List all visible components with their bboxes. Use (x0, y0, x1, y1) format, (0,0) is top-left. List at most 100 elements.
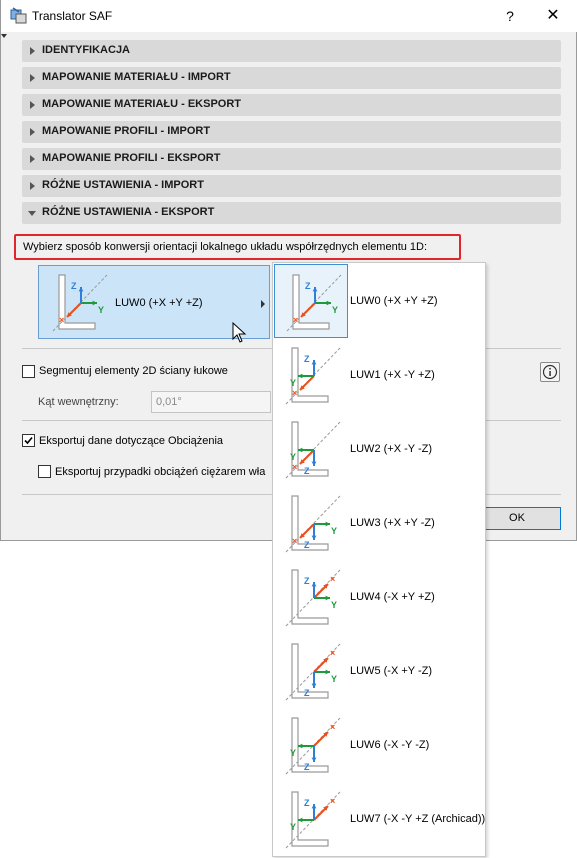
chevron-down-icon (28, 211, 36, 216)
z-axis-label: Z (305, 281, 311, 291)
z-axis-label: Z (304, 688, 310, 698)
info-button[interactable] (540, 362, 560, 382)
dropdown-option-luw1[interactable]: × Y Z LUW1 (+X -Y +Z) (273, 337, 485, 411)
option-label: LUW0 (+X +Y +Z) (350, 295, 438, 307)
option-label: LUW3 (+X +Y -Z) (350, 517, 435, 529)
section-label: MAPOWANIE MATERIAŁU - IMPORT (42, 71, 231, 83)
resize-marker-icon (1, 34, 7, 38)
z-axis-label: Z (304, 576, 310, 586)
y-axis-arrow-head (298, 743, 303, 749)
section-label: MAPOWANIE PROFILI - IMPORT (42, 125, 211, 137)
close-button[interactable]: ✕ (539, 4, 567, 28)
x-axis-label: × (292, 388, 297, 398)
y-axis-arrow-head (325, 595, 330, 601)
y-axis-arrow-head (326, 300, 331, 306)
y-axis-arrow-head (298, 817, 303, 823)
option-icon-box: × Y Z (274, 486, 348, 560)
orientation-prompt: Wybierz sposób konwersji orientacji loka… (23, 241, 428, 253)
section-header-5[interactable]: MAPOWANIE PROFILI - EKSPORT (22, 148, 561, 170)
checkmark-icon (24, 436, 33, 445)
window-title: Translator SAF (32, 9, 113, 23)
z-axis-arrow-head (311, 461, 317, 466)
z-axis-arrow-head (311, 535, 317, 540)
segment-walls-checkbox[interactable] (22, 365, 35, 378)
x-axis-label: × (59, 315, 64, 325)
export-loads-label: Eksportuj dane dotyczące Obciążenia (39, 435, 224, 447)
x-axis-label: × (330, 722, 335, 732)
section-label: RÓŻNE USTAWIENIA - EKSPORT (42, 206, 215, 218)
y-axis-label: Y (331, 674, 337, 684)
y-axis-label: Y (290, 822, 296, 832)
y-axis-label: Y (332, 305, 338, 315)
chevron-right-icon (30, 182, 35, 190)
z-axis-arrow-head (311, 360, 317, 365)
orientation-dropdown-menu: × Y Z LUW0 (+X +Y +Z) × Y Z LUW1 (+X -Y +Z) × Y Z L… (272, 262, 486, 857)
x-axis-label: × (330, 574, 335, 584)
section-header-3[interactable]: MAPOWANIE MATERIAŁU - EKSPORT (22, 94, 561, 116)
dropdown-option-luw3[interactable]: × Y Z LUW3 (+X +Y -Z) (273, 485, 485, 559)
inner-angle-input[interactable]: 0,01° (151, 391, 271, 413)
luw3-axis-icon: × Y Z (285, 495, 341, 553)
option-icon-box: × Y Z (274, 264, 348, 338)
orientation-prompt-highlight: Wybierz sposób konwersji orientacji loka… (14, 234, 461, 260)
help-button[interactable]: ? (498, 4, 522, 28)
option-label: LUW4 (-X +Y +Z) (350, 591, 435, 603)
mouse-pointer-icon (232, 322, 247, 343)
x-axis-label: × (293, 315, 298, 325)
option-label: LUW2 (+X -Y -Z) (350, 443, 433, 455)
section-label: MAPOWANIE MATERIAŁU - EKSPORT (42, 98, 242, 110)
luw5-axis-icon: × Y Z (285, 643, 341, 701)
y-axis-label: Y (290, 452, 296, 462)
inner-angle-label: Kąt wewnętrzny: (38, 396, 119, 408)
section-header-6[interactable]: RÓŻNE USTAWIENIA - IMPORT (22, 175, 561, 197)
dropdown-option-luw2[interactable]: × Y Z LUW2 (+X -Y -Z) (273, 411, 485, 485)
y-axis-label: Y (290, 748, 296, 758)
saf-translator-icon (10, 7, 27, 24)
luw0-axis-icon: × Y Z (52, 274, 108, 332)
dropdown-option-luw6[interactable]: × Y Z LUW6 (-X -Y -Z) (273, 707, 485, 781)
dropdown-option-luw7[interactable]: × Y Z LUW7 (-X -Y +Z (Archicad)) (273, 781, 485, 855)
z-axis-label: Z (304, 466, 310, 476)
z-axis-label: Z (304, 798, 310, 808)
dropdown-option-luw0[interactable]: × Y Z LUW0 (+X +Y +Z) (273, 263, 485, 338)
option-label: LUW7 (-X -Y +Z (Archicad)) (350, 813, 486, 825)
section-header-2[interactable]: MAPOWANIE MATERIAŁU - IMPORT (22, 67, 561, 89)
y-axis-arrow-head (92, 300, 97, 306)
luw7-axis-icon: × Y Z (285, 791, 341, 849)
z-axis-arrow-head (78, 287, 84, 292)
dropdown-option-luw5[interactable]: × Y Z LUW5 (-X +Y -Z) (273, 633, 485, 707)
luw4-axis-icon: × Y Z (285, 569, 341, 627)
z-axis-label: Z (304, 762, 310, 772)
option-label: LUW6 (-X -Y -Z) (350, 739, 430, 751)
y-axis-label: Y (331, 526, 337, 536)
section-header-4[interactable]: MAPOWANIE PROFILI - IMPORT (22, 121, 561, 143)
z-axis-arrow-head (311, 683, 317, 688)
segment-walls-label: Segmentuj elementy 2D ściany łukowe (39, 365, 228, 377)
export-selfweight-checkbox[interactable] (38, 465, 51, 478)
ok-button[interactable]: OK (473, 507, 561, 530)
z-axis-label: Z (71, 281, 77, 291)
y-axis-label: Y (331, 600, 337, 610)
section-header-1[interactable]: IDENTYFIKACJA (22, 40, 561, 62)
y-axis-arrow-head (298, 373, 303, 379)
option-icon-box: × Y Z (274, 412, 348, 486)
option-icon-box: × Y Z (274, 338, 348, 412)
luw0-axis-icon: × Y Z (286, 274, 342, 332)
export-selfweight-label: Eksportuj przypadki obciążeń ciężarem wł… (55, 466, 266, 478)
z-axis-label: Z (304, 354, 310, 364)
y-axis-arrow-head (325, 669, 330, 675)
section-header-7[interactable]: RÓŻNE USTAWIENIA - EKSPORT (22, 202, 561, 224)
luw1-axis-icon: ×Y Z (285, 347, 341, 405)
y-axis-arrow-head (325, 521, 330, 527)
inner-angle-value: 0,01° (156, 396, 182, 408)
option-icon-box: × Y Z (274, 634, 348, 708)
export-loads-checkbox[interactable] (22, 434, 35, 447)
option-icon-box: × Y Z (274, 708, 348, 782)
dropdown-option-luw4[interactable]: × Y Z LUW4 (-X +Y +Z) (273, 559, 485, 633)
option-label: LUW5 (-X +Y -Z) (350, 665, 433, 677)
chevron-right-icon (30, 74, 35, 82)
section-label: RÓŻNE USTAWIENIA - IMPORT (42, 179, 204, 191)
x-axis-label: × (330, 796, 335, 806)
luw2-axis-icon: ×YZ (285, 421, 341, 479)
chevron-right-icon (30, 155, 35, 163)
